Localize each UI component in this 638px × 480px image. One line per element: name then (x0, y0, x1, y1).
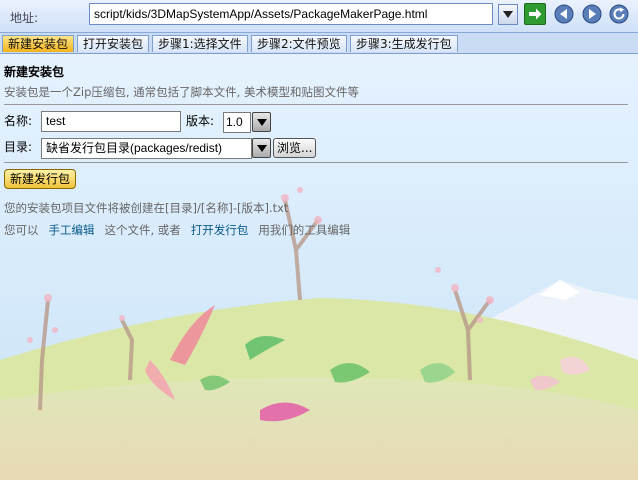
forward-icon (582, 4, 602, 24)
chevron-down-icon (256, 118, 267, 126)
divider (4, 104, 628, 105)
page-description: 安装包是一个Zip压缩包, 通常包括了脚本文件, 美术模型和贴图文件等 (4, 85, 359, 99)
go-arrow-icon (529, 8, 542, 20)
refresh-button[interactable] (608, 3, 630, 25)
name-input[interactable]: test (41, 111, 181, 132)
open-package-link[interactable]: 打开发行包 (191, 223, 249, 237)
back-icon (554, 4, 574, 24)
page-title: 新建安装包 (4, 65, 65, 79)
browse-button[interactable]: 浏览... (273, 138, 317, 158)
version-select[interactable]: 1.0 (223, 112, 251, 133)
forward-button[interactable] (581, 3, 603, 25)
chevron-down-icon (503, 11, 513, 18)
edit-hint: 您可以 手工编辑 这个文件, 或者 打开发行包 用我们的工具编辑 (4, 222, 350, 238)
tab-open-package[interactable]: 打开安装包 (77, 35, 150, 52)
edit-hint-prefix: 您可以 (4, 223, 39, 237)
divider (4, 162, 628, 163)
chevron-down-icon (256, 144, 267, 152)
address-input[interactable]: script/kids/3DMapSystemApp/Assets/Packag… (89, 3, 493, 25)
tab-step3-generate-release[interactable]: 步骤3:生成发行包 (350, 35, 458, 52)
name-label: 名称: (4, 114, 33, 128)
directory-label: 目录: (4, 140, 33, 154)
address-label: 地址: (10, 11, 39, 25)
directory-dropdown-button[interactable] (252, 138, 271, 158)
version-dropdown-button[interactable] (252, 112, 271, 132)
background-scene (0, 0, 638, 480)
edit-hint-middle: 这个文件, 或者 (104, 223, 181, 237)
directory-select[interactable]: 缺省发行包目录(packages/redist) (41, 138, 252, 159)
tab-bar: 新建安装包 打开安装包 步骤1:选择文件 步骤2:文件预览 步骤3:生成发行包 (0, 33, 638, 54)
path-note: 您的安装包项目文件将被创建在[目录]/[名称]-[版本].txt (4, 201, 289, 215)
tab-step2-file-preview[interactable]: 步骤2:文件预览 (251, 35, 347, 52)
refresh-icon (609, 4, 629, 24)
go-button[interactable] (524, 3, 546, 25)
edit-hint-suffix: 用我们的工具编辑 (258, 223, 351, 237)
tab-step1-select-files[interactable]: 步骤1:选择文件 (152, 35, 248, 52)
tab-new-package[interactable]: 新建安装包 (2, 35, 75, 52)
back-button[interactable] (553, 3, 575, 25)
address-bar: 地址: script/kids/3DMapSystemApp/Assets/Pa… (0, 0, 638, 33)
version-label: 版本: (186, 114, 215, 128)
new-package-button[interactable]: 新建发行包 (4, 169, 77, 189)
address-dropdown-button[interactable] (498, 4, 518, 25)
manual-edit-link[interactable]: 手工编辑 (49, 223, 95, 237)
